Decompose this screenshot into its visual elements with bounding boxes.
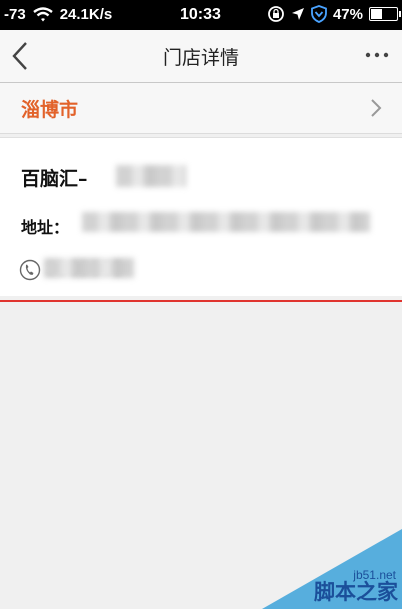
rotation-lock-icon	[268, 6, 284, 22]
status-time: 10:33	[180, 6, 221, 23]
address-label: 地址：	[21, 218, 70, 237]
address-redacted	[82, 212, 370, 232]
chevron-right-icon	[371, 99, 382, 117]
store-name-text: 百脑汇–	[21, 168, 88, 190]
wifi-icon	[32, 7, 53, 22]
more-options-button[interactable]	[364, 45, 390, 65]
store-name-redacted	[116, 165, 186, 187]
nav-bar: 门店详情	[0, 30, 402, 83]
network-speed: 24.1K/s	[59, 6, 113, 23]
phone-icon[interactable]	[19, 259, 41, 281]
battery-icon	[369, 7, 401, 21]
signal-strength: -73	[4, 6, 26, 23]
status-bar: -73 24.1K/s 10:33 47%	[0, 0, 402, 30]
watermark-name: 脚本之家	[314, 580, 398, 604]
city-selector-row[interactable]: 淄博市	[0, 83, 402, 134]
store-info-card: 百脑汇– 地址： 3103555	[0, 137, 402, 296]
phone-redacted	[44, 258, 134, 278]
section-divider	[0, 300, 402, 302]
watermark: jb51.net 脚本之家	[262, 529, 402, 609]
location-arrow-icon	[291, 8, 304, 20]
shield-icon	[311, 5, 327, 23]
page-title: 门店详情	[162, 47, 239, 69]
battery-percent: 47%	[332, 5, 363, 23]
city-label: 淄博市	[21, 99, 79, 121]
store-name: 百脑汇–	[21, 164, 88, 191]
